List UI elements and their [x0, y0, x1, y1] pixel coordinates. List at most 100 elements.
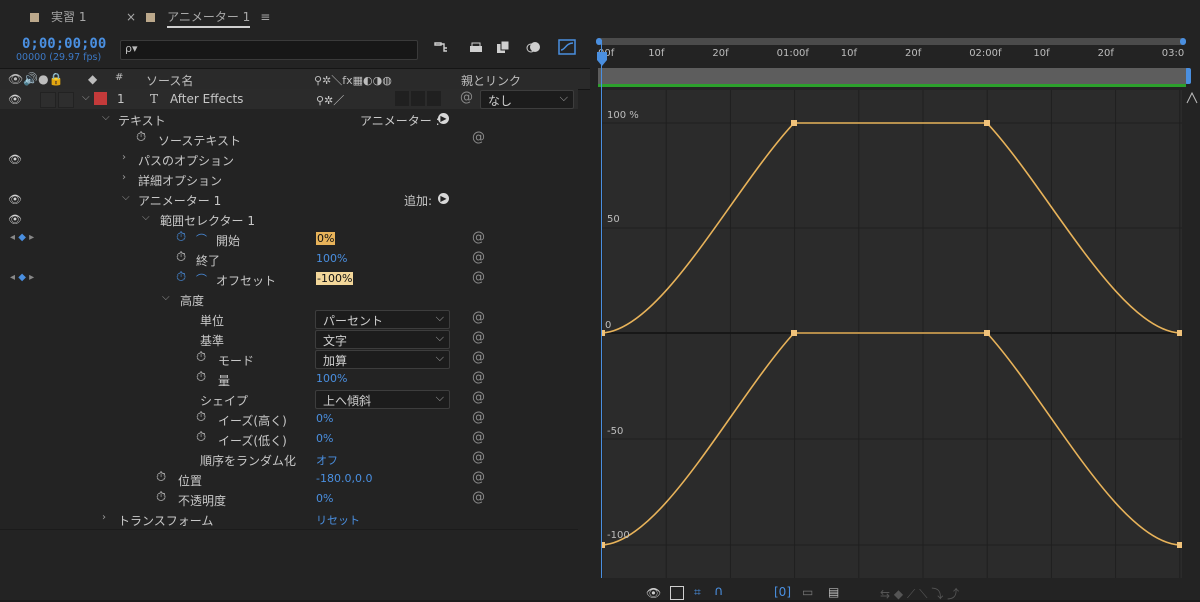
graph-snap-icon[interactable] [1186, 91, 1198, 107]
shape-dropdown[interactable]: 上へ傾斜 ⌵ [315, 390, 450, 409]
pick-whip-icon[interactable]: @ [472, 370, 485, 385]
pick-whip-icon[interactable]: @ [472, 430, 485, 445]
reset-link[interactable]: リセット [316, 512, 360, 528]
frame-blending-icon[interactable] [496, 40, 512, 57]
playhead-handle[interactable] [597, 52, 607, 66]
property-row-mode[interactable]: ⏱ モード 加算 ⌵ @ [0, 349, 578, 370]
motion-blur-icon[interactable] [526, 40, 542, 57]
pick-whip-icon[interactable]: @ [460, 90, 473, 105]
pick-whip-icon[interactable]: @ [472, 490, 485, 505]
pick-whip-icon[interactable]: @ [472, 270, 485, 285]
layer-switches[interactable]: ⚲✲／ [316, 92, 344, 108]
stopwatch-icon[interactable]: ⏱ [176, 250, 186, 265]
adjustment-switch[interactable] [411, 91, 425, 106]
property-row-based-on[interactable]: 基準 文字 ⌵ @ [0, 329, 578, 350]
property-value[interactable]: -100% [316, 272, 354, 285]
label-color-swatch[interactable] [94, 92, 107, 105]
property-row-start[interactable]: ◂ ◆ ▸ ⏱ ⌒ 開始 0% @ [0, 229, 578, 250]
show-transform-box-icon[interactable]: ⌗ [694, 585, 701, 600]
label-column-icon[interactable]: ◆ [88, 72, 97, 86]
stopwatch-icon[interactable]: ⏱ [156, 470, 166, 485]
pick-whip-icon[interactable]: @ [472, 470, 485, 485]
property-value[interactable]: 0% [316, 492, 333, 505]
pick-whip-icon[interactable]: @ [472, 410, 485, 425]
draft-3d-icon[interactable] [468, 40, 484, 57]
property-row-offset[interactable]: ◂ ◆ ▸ ⏱ ⌒ オフセット -100% @ [0, 269, 578, 290]
property-value[interactable]: -180.0,0.0 [316, 472, 372, 485]
keyframe-navigator[interactable]: ◂ ◆ ▸ [10, 272, 34, 283]
layer-row[interactable]: 👁 ⌵ 1 T After Effects ⚲✲／ @ なし ⌵ [0, 89, 578, 110]
property-row-transform[interactable]: › トランスフォーム リセット [0, 509, 578, 530]
property-row-end[interactable]: ⏱ 終了 100% @ [0, 249, 578, 270]
stopwatch-icon[interactable]: ⏱ [196, 350, 206, 365]
playhead-line[interactable] [601, 40, 602, 578]
property-row-shape[interactable]: シェイプ 上へ傾斜 ⌵ @ [0, 389, 578, 410]
units-dropdown[interactable]: パーセント ⌵ [315, 310, 450, 329]
property-row-amount[interactable]: ⏱ 量 100% @ [0, 369, 578, 390]
visibility-eye-icon[interactable]: 👁 [8, 193, 22, 206]
tab-animator1[interactable]: × アニメーター 1 ≡ [126, 8, 270, 28]
stopwatch-icon[interactable]: ⏱ [196, 410, 206, 425]
close-icon[interactable]: × [126, 10, 136, 24]
separate-dimensions-icon[interactable]: ▤ [828, 585, 839, 599]
stopwatch-icon[interactable]: ⏱ [156, 490, 166, 505]
mode-dropdown[interactable]: 加算 ⌵ [315, 350, 450, 369]
property-value[interactable]: 0% [316, 232, 336, 245]
chevron-down-icon[interactable]: ⌵ [162, 292, 170, 303]
property-row-path-options[interactable]: 👁 › パスのオプション [0, 149, 578, 170]
play-arrow-icon[interactable]: ▶ [438, 113, 449, 124]
property-value[interactable]: オフ [316, 452, 338, 468]
keyframe-navigator[interactable]: ◂ ◆ ▸ [10, 232, 34, 243]
property-value[interactable]: 0% [316, 432, 333, 445]
show-properties-icon[interactable]: 👁 [646, 586, 661, 600]
panel-menu-icon[interactable]: ≡ [260, 10, 270, 24]
time-navigator-bar[interactable] [596, 38, 1186, 45]
property-row-animator1[interactable]: 👁 ⌵ アニメーター 1 追加: ▶ [0, 189, 578, 210]
pick-whip-icon[interactable]: @ [472, 250, 485, 265]
parent-dropdown[interactable]: なし ⌵ [480, 90, 574, 109]
property-row-opacity[interactable]: ⏱ 不透明度 0% @ [0, 489, 578, 510]
fit-selection-icon[interactable]: [0] [774, 585, 791, 599]
chevron-down-icon[interactable]: ⌵ [82, 92, 90, 103]
property-row-source-text[interactable]: ⏱ ソーステキスト @ [0, 129, 578, 150]
property-row-units[interactable]: 単位 パーセント ⌵ @ [0, 309, 578, 330]
visibility-eye-icon[interactable]: 👁 [8, 93, 22, 106]
snap-icon[interactable]: ∩ [714, 584, 724, 599]
property-value[interactable]: 100% [316, 372, 347, 385]
play-arrow-icon[interactable]: ▶ [438, 193, 449, 204]
keyframe-point[interactable] [1177, 542, 1183, 548]
pick-whip-icon[interactable]: @ [472, 330, 485, 345]
pick-whip-icon[interactable]: @ [472, 350, 485, 365]
property-row-more-options[interactable]: › 詳細オプション [0, 169, 578, 190]
chevron-right-icon[interactable]: › [102, 512, 106, 523]
visibility-eye-icon[interactable]: 👁 [8, 213, 22, 226]
stopwatch-icon[interactable]: ⏱ [196, 370, 206, 385]
fit-all-icon[interactable]: ▭ [802, 585, 813, 599]
pick-whip-icon[interactable]: @ [472, 390, 485, 405]
graph-canvas[interactable] [599, 90, 1183, 578]
chevron-down-icon[interactable]: ⌵ [102, 112, 110, 123]
chevron-right-icon[interactable]: › [122, 152, 126, 163]
stopwatch-icon[interactable]: ⏱ [176, 270, 186, 285]
work-area-bar[interactable] [598, 68, 1186, 84]
keyframe-point[interactable] [1177, 330, 1183, 336]
parent-link-header[interactable]: 親とリンク [461, 72, 521, 89]
visibility-eye-icon[interactable]: 👁 [8, 153, 22, 166]
property-row-advanced[interactable]: ⌵ 高度 [0, 289, 578, 310]
chevron-right-icon[interactable]: › [122, 172, 126, 183]
property-value[interactable]: 100% [316, 252, 347, 265]
fx-switch[interactable] [395, 91, 409, 106]
keyframe-point[interactable] [599, 542, 605, 548]
keyframe-tools-icons[interactable]: ⇆ ◆ ⟋ ⟍ ⤵ ⤴ [880, 585, 959, 602]
3d-switch[interactable] [427, 91, 441, 106]
keyframe-point[interactable] [984, 120, 990, 126]
time-ruler[interactable]: 00f10f20f01:00f10f20f02:00f10f20f03:0 [596, 38, 1186, 65]
keyframe-point[interactable] [791, 120, 797, 126]
graph-type-icon[interactable] [670, 586, 684, 600]
solo-switch[interactable] [40, 92, 56, 108]
lock-switch[interactable] [58, 92, 74, 108]
property-row-randomize-order[interactable]: 順序をランダム化 オフ @ [0, 449, 578, 470]
property-row-text[interactable]: ⌵ テキスト アニメーター : ▶ [0, 109, 578, 130]
keyframe-point[interactable] [791, 330, 797, 336]
keyframe-point[interactable] [984, 330, 990, 336]
